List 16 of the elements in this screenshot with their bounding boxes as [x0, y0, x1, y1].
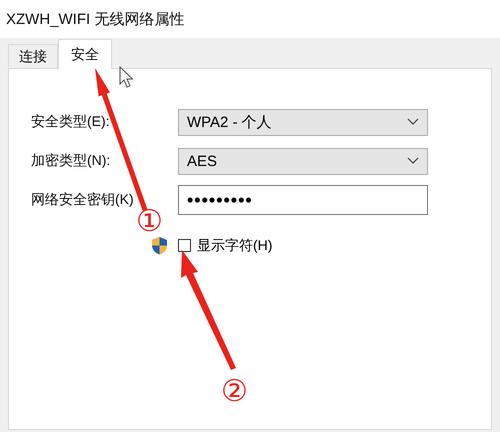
dropdown[interactable]: AES: [178, 148, 428, 174]
shield-icon: [151, 236, 168, 255]
field-label: 网络安全密钥(K): [31, 191, 135, 209]
chevron-down-icon: [407, 157, 419, 165]
chevron-down-icon: [407, 118, 419, 126]
window-title: XZWH_WIFI 无线网络属性: [6, 10, 184, 28]
field-label: 加密类型(N):: [31, 152, 112, 170]
checkbox[interactable]: [178, 239, 191, 252]
field-label: 安全类型(E):: [31, 113, 111, 131]
checkbox-label: 显示字符(H): [197, 236, 272, 254]
password-field[interactable]: •••••••••: [178, 185, 428, 215]
tab[interactable]: 安全: [58, 39, 112, 69]
step-number: ②: [221, 377, 248, 407]
tab[interactable]: 连接: [8, 44, 58, 68]
step-number: ①: [136, 207, 163, 237]
dropdown[interactable]: WPA2 - 个人: [178, 108, 428, 136]
